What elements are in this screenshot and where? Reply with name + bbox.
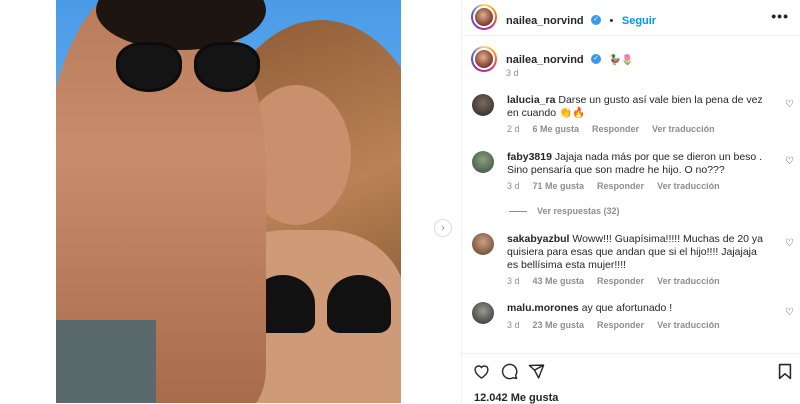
caption-username[interactable]: nailea_norvind [506,54,584,66]
comment-body: faby3819 Jajaja nada más por que se dier… [507,151,769,177]
comment-meta: 3 d 43 Me gusta Responder Ver traducción [507,276,733,286]
comment-time: 3 d [507,181,520,191]
comment-text: ay que afortunado ! [581,302,673,314]
comment-heart-icon[interactable]: ♡ [785,308,795,318]
comment-icon[interactable] [500,362,518,380]
comment-meta: 3 d 71 Me gusta Responder Ver traducción [507,181,733,191]
comment-time: 3 d [507,320,520,330]
reply-button[interactable]: Responder [597,320,644,330]
translate-button[interactable]: Ver traducción [657,276,720,286]
comment-heart-icon[interactable]: ♡ [785,157,795,167]
commenter-avatar[interactable] [472,302,494,324]
comment-likes[interactable]: 71 Me gusta [533,181,585,191]
comment-heart-icon[interactable]: ♡ [785,100,795,110]
comment-meta: 2 d 6 Me gusta Responder Ver traducción [507,124,728,134]
comment-likes[interactable]: 43 Me gusta [533,276,585,286]
commenter-avatar[interactable] [472,151,494,173]
likes-count[interactable]: 12.042 Me gusta [474,392,558,404]
comment-time: 3 d [507,276,520,286]
follow-button[interactable]: Seguir [622,15,656,27]
comment-meta: 3 d 23 Me gusta Responder Ver traducción [507,320,733,330]
caption-time: 3 d [506,68,519,78]
photo-sunglasses [116,42,260,92]
translate-button[interactable]: Ver traducción [657,181,720,191]
photo-bikini [251,275,391,335]
share-icon[interactable] [527,362,545,380]
post-caption: nailea_norvind ✓ 🦆🌷 3 d [462,36,800,96]
post-header: nailea_norvind ✓ • Seguir ••• [462,0,800,36]
reply-button[interactable]: Responder [597,276,644,286]
caption-avatar[interactable] [471,46,497,72]
author-avatar[interactable] [471,4,497,30]
comment-likes[interactable]: 6 Me gusta [533,124,580,134]
verified-icon: ✓ [591,53,602,64]
commenter-avatar[interactable] [472,94,494,116]
comment-likes[interactable]: 23 Me gusta [533,320,585,330]
heart-icon[interactable] [472,362,490,380]
commenter-username[interactable]: lalucia_ra [507,94,555,106]
comment-body: sakabyazbul Woww!!! Guapísima!!!!! Mucha… [507,233,769,272]
comment-heart-icon[interactable]: ♡ [785,239,795,249]
view-replies-button[interactable]: Ver respuestas (32) [509,206,620,216]
verified-icon: ✓ [591,14,602,25]
more-options-icon[interactable]: ••• [771,8,789,24]
reply-button[interactable]: Responder [597,181,644,191]
post-photo[interactable] [56,0,401,403]
reply-button[interactable]: Responder [592,124,639,134]
comment-body: malu.morones ay que afortunado ! [507,302,769,315]
commenter-username[interactable]: malu.morones [507,302,579,314]
commenter-username[interactable]: sakabyazbul [507,233,569,245]
photo-shorts [56,320,156,403]
view-replies-label[interactable]: Ver respuestas (32) [537,206,620,216]
translate-button[interactable]: Ver traducción [657,320,720,330]
comment-item: lalucia_ra Darse un gusto así vale bien … [462,94,800,144]
replies-line [509,211,527,213]
commenter-avatar[interactable] [472,233,494,255]
commenter-username[interactable]: faby3819 [507,151,552,163]
post-actions-bar: 12.042 Me gusta [462,353,800,404]
caption-text: 🦆🌷 [608,55,634,66]
next-photo-button[interactable]: › [434,219,452,237]
comment-item: sakabyazbul Woww!!! Guapísima!!!!! Mucha… [462,233,800,293]
post-side-panel: nailea_norvind ✓ • Seguir ••• nailea_nor… [461,0,800,404]
separator-dot: • [609,15,614,27]
comment-item: faby3819 Jajaja nada más por que se dier… [462,151,800,221]
comment-item: malu.morones ay que afortunado ! 3 d 23 M… [462,302,800,342]
comment-body: lalucia_ra Darse un gusto así vale bien … [507,94,769,120]
comment-time: 2 d [507,124,520,134]
translate-button[interactable]: Ver traducción [652,124,715,134]
author-username[interactable]: nailea_norvind [506,15,584,27]
bookmark-icon[interactable] [776,362,794,380]
